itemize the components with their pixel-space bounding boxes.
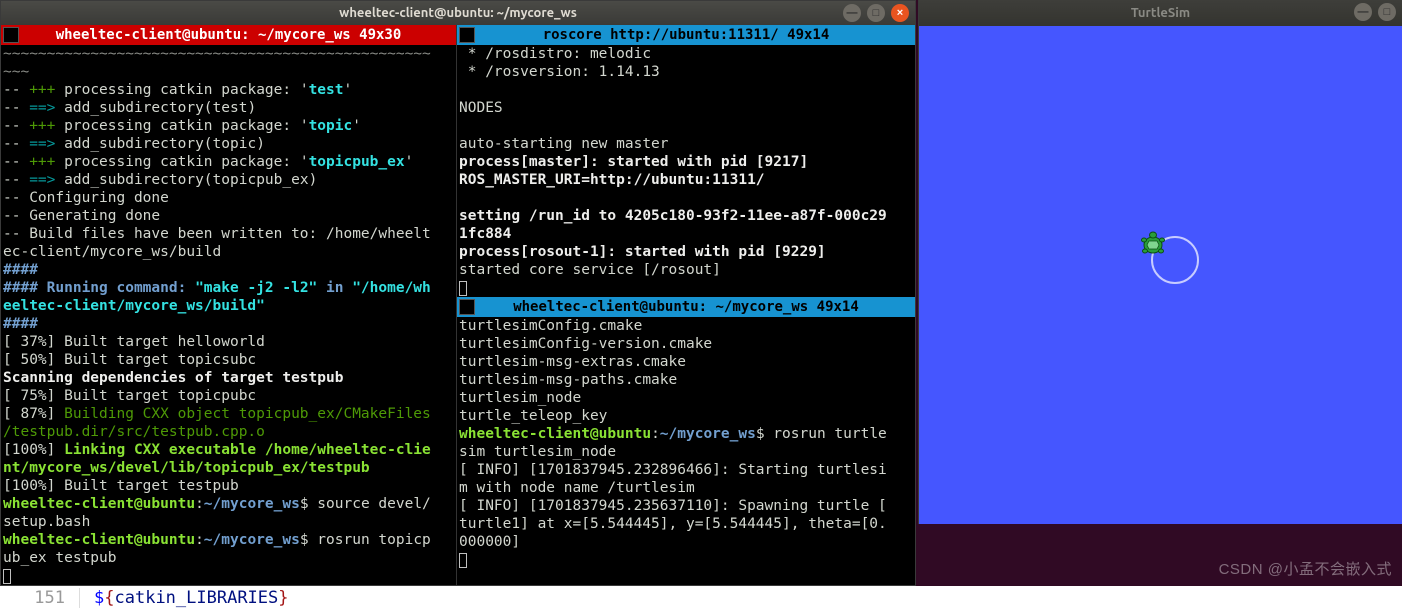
main-terminal-window: wheeltec-client@ubuntu: ~/mycore_ws — □ … xyxy=(0,0,916,586)
turtle-icon xyxy=(1139,230,1167,258)
bottom-right-pane-title[interactable]: wheeltec-client@ubuntu: ~/mycore_ws 49x1… xyxy=(457,297,915,317)
turtlesim-maximize-button[interactable]: □ xyxy=(1378,3,1396,21)
left-terminal[interactable]: ~~~~~~~~~~~~~~~~~~~~~~~~~~~~~~~~~~~~~~~~… xyxy=(1,45,456,585)
top-right-pane-title-text: roscore http://ubuntu:11311/ 49x14 xyxy=(543,27,830,43)
turtlesim-window: TurtleSim — □ xyxy=(918,0,1402,524)
top-right-pane-title[interactable]: roscore http://ubuntu:11311/ 49x14 xyxy=(457,25,915,45)
pane-icon xyxy=(3,27,19,43)
turtlesim-titlebar[interactable]: TurtleSim — □ xyxy=(919,0,1402,26)
left-pane-title[interactable]: wheeltec-client@ubuntu: ~/mycore_ws 49x3… xyxy=(1,25,456,45)
main-window-titlebar[interactable]: wheeltec-client@ubuntu: ~/mycore_ws — □ … xyxy=(1,1,915,25)
cursor xyxy=(459,553,467,568)
turtlesim-minimize-button[interactable]: — xyxy=(1354,3,1372,21)
bottom-right-pane-title-text: wheeltec-client@ubuntu: ~/mycore_ws 49x1… xyxy=(513,299,859,315)
editor-content: ${catkin_LIBRARIES} xyxy=(80,588,289,608)
pane-icon xyxy=(459,299,475,315)
turtlesim-launch-terminal[interactable]: turtlesimConfig.cmake turtlesimConfig-ve… xyxy=(457,317,915,585)
csdn-watermark: CSDN @小孟不会嵌入式 xyxy=(1219,558,1392,579)
cursor xyxy=(459,281,467,296)
left-pane-title-text: wheeltec-client@ubuntu: ~/mycore_ws 49x3… xyxy=(56,27,402,43)
main-window-title: wheeltec-client@ubuntu: ~/mycore_ws xyxy=(339,6,577,20)
minimize-button[interactable]: — xyxy=(843,4,861,22)
line-number: 151 xyxy=(0,588,80,608)
turtlesim-title: TurtleSim xyxy=(1131,6,1190,20)
close-button[interactable]: × xyxy=(891,4,909,22)
roscore-terminal[interactable]: * /rosdistro: melodic * /rosversion: 1.1… xyxy=(457,45,915,297)
editor-strip[interactable]: 151 ${catkin_LIBRARIES} xyxy=(0,586,1402,609)
cursor xyxy=(3,569,11,584)
turtlesim-canvas[interactable] xyxy=(919,26,1402,524)
maximize-button[interactable]: □ xyxy=(867,4,885,22)
pane-icon xyxy=(459,27,475,43)
